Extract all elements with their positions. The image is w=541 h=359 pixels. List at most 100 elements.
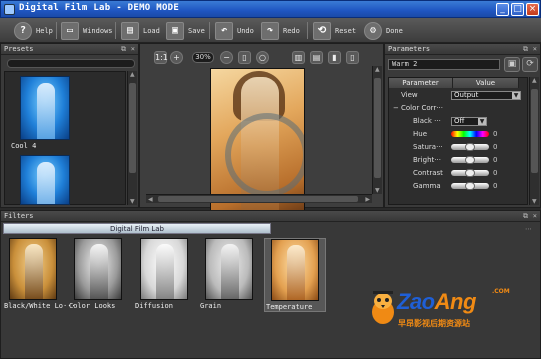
title-bar: Digital Film Lab - DEMO MODE _ □ × <box>0 0 541 18</box>
filter-item[interactable]: Black/White Lo··· <box>3 238 76 312</box>
column-parameter[interactable]: Parameter <box>389 78 453 88</box>
scroll-down-icon[interactable]: ▼ <box>532 198 537 205</box>
scroll-up-icon[interactable]: ▲ <box>130 71 135 78</box>
collapse-icon[interactable]: − <box>393 102 399 114</box>
viewer-hscrollbar[interactable]: ◀ ▶ <box>146 194 372 203</box>
load-button[interactable]: ▤ Load <box>121 21 160 40</box>
brightness-slider[interactable] <box>451 156 489 164</box>
slider-knob[interactable] <box>465 156 475 164</box>
scroll-left-icon[interactable]: ◀ <box>148 196 153 203</box>
tab-digital-film-lab[interactable]: Digital Film Lab <box>3 223 271 234</box>
filter-thumbnail <box>74 238 122 300</box>
close-panel-icon[interactable]: × <box>533 44 537 54</box>
close-panel-icon[interactable]: × <box>533 211 537 221</box>
column-value[interactable]: Value <box>453 78 519 88</box>
filter-figure <box>156 244 174 299</box>
scroll-down-icon[interactable]: ▼ <box>375 187 380 194</box>
scroll-thumb[interactable] <box>531 89 538 173</box>
parameters-grid: Parameter Value View Output ▼ − Color Co… <box>388 77 528 205</box>
filter-item-selected[interactable]: Temperature <box>264 238 326 312</box>
save-label: Save <box>188 26 205 35</box>
watermark-brand: ZaoAng <box>397 289 476 315</box>
magnifier-icon[interactable]: ○ <box>256 51 269 64</box>
compare-view-icon[interactable]: ▤ <box>310 51 323 64</box>
hue-label: Hue <box>413 130 428 138</box>
saturation-slider[interactable] <box>451 143 489 151</box>
presets-list: Cool 4 <box>4 71 126 205</box>
window-title: Digital Film Lab - DEMO MODE <box>19 3 180 13</box>
undock-icon[interactable]: ⧉ <box>523 211 528 221</box>
viewer-vscrollbar[interactable]: ▲ ▼ <box>372 66 382 194</box>
close-button[interactable]: × <box>526 3 539 16</box>
slider-knob[interactable] <box>465 169 475 177</box>
hue-slider[interactable] <box>451 131 489 137</box>
save-button[interactable]: ▣ Save <box>166 21 205 40</box>
preset-name-field[interactable]: Warm 2 <box>388 59 500 70</box>
contrast-slider[interactable] <box>451 169 489 177</box>
contrast-label: Contrast <box>413 169 443 177</box>
refresh-preset-icon[interactable]: ⟳ <box>522 57 538 72</box>
minimize-button[interactable]: _ <box>496 3 509 16</box>
undo-icon: ↶ <box>215 21 233 40</box>
contrast-value: 0 <box>493 169 498 177</box>
toolbar-separator <box>115 22 116 39</box>
undock-icon[interactable]: ⧉ <box>121 44 126 54</box>
mascot-logo <box>372 291 394 324</box>
presets-search-input[interactable] <box>7 59 135 68</box>
zoom-field[interactable]: 30% <box>192 52 214 63</box>
filter-label: Color Looks <box>69 302 116 310</box>
close-panel-icon[interactable]: × <box>131 44 135 54</box>
chevron-down-icon: ▼ <box>478 118 486 125</box>
slider-knob[interactable] <box>465 182 475 190</box>
param-row-saturation: Satura··· 0 <box>389 141 527 154</box>
preset-thumbnail[interactable] <box>20 155 70 205</box>
scroll-up-icon[interactable]: ▲ <box>532 77 537 84</box>
gamma-label: Gamma <box>413 182 441 190</box>
actual-size-icon[interactable]: 1:1 <box>154 51 168 64</box>
done-button[interactable]: ⚙ Done <box>364 21 403 40</box>
preset-label: Cool 4 <box>11 142 37 150</box>
view-select[interactable]: Output ▼ <box>451 91 521 100</box>
reset-button[interactable]: ⟲ Reset <box>313 21 356 40</box>
split-view-icon[interactable]: ▥ <box>292 51 305 64</box>
grid-header: Parameter Value <box>389 78 527 88</box>
slider-knob[interactable] <box>465 143 475 151</box>
scroll-thumb[interactable] <box>158 196 358 202</box>
more-icon[interactable]: ⋯ <box>525 225 532 233</box>
filter-item[interactable]: Grain <box>199 238 261 312</box>
single-view-icon[interactable]: ▮ <box>328 51 341 64</box>
load-label: Load <box>143 26 160 35</box>
fit-icon[interactable]: ▯ <box>238 51 251 64</box>
presets-scrollbar[interactable]: ▲ ▼ <box>127 71 137 205</box>
filters-title: Filters <box>4 212 34 220</box>
black-select[interactable]: Off ▼ <box>451 117 487 126</box>
preset-thumbnail[interactable] <box>20 76 70 140</box>
filter-item[interactable]: Diffusion <box>134 238 196 312</box>
parameters-scrollbar[interactable]: ▲ ▼ <box>529 77 539 205</box>
scroll-down-icon[interactable]: ▼ <box>130 198 135 205</box>
full-view-icon[interactable]: ▯ <box>346 51 359 64</box>
zoom-out-icon[interactable]: − <box>220 51 233 64</box>
done-label: Done <box>386 26 403 35</box>
scroll-up-icon[interactable]: ▲ <box>375 66 380 73</box>
filter-item[interactable]: Color Looks <box>68 238 130 312</box>
save-preset-icon[interactable]: ▣ <box>504 57 520 72</box>
help-button[interactable]: ? Help <box>14 21 53 40</box>
undock-icon[interactable]: ⧉ <box>523 44 528 54</box>
maximize-button[interactable]: □ <box>511 3 524 16</box>
scroll-thumb[interactable] <box>129 83 136 173</box>
windows-button[interactable]: ▭ Windows <box>61 21 113 40</box>
undo-button[interactable]: ↶ Undo <box>215 21 254 40</box>
hue-value: 0 <box>493 130 498 138</box>
scroll-right-icon[interactable]: ▶ <box>365 196 370 203</box>
app-icon <box>4 4 15 15</box>
image-canvas[interactable] <box>210 68 305 214</box>
gamma-slider[interactable] <box>451 182 489 190</box>
scroll-thumb[interactable] <box>374 78 381 178</box>
toolbar-separator <box>56 22 57 39</box>
zoom-in-icon[interactable]: + <box>170 51 183 64</box>
redo-button[interactable]: ↷ Redo <box>261 21 300 40</box>
param-row-group[interactable]: − Color Corr··· <box>389 102 527 115</box>
filter-label: Black/White Lo··· <box>4 302 76 310</box>
black-value: Off <box>454 117 465 125</box>
